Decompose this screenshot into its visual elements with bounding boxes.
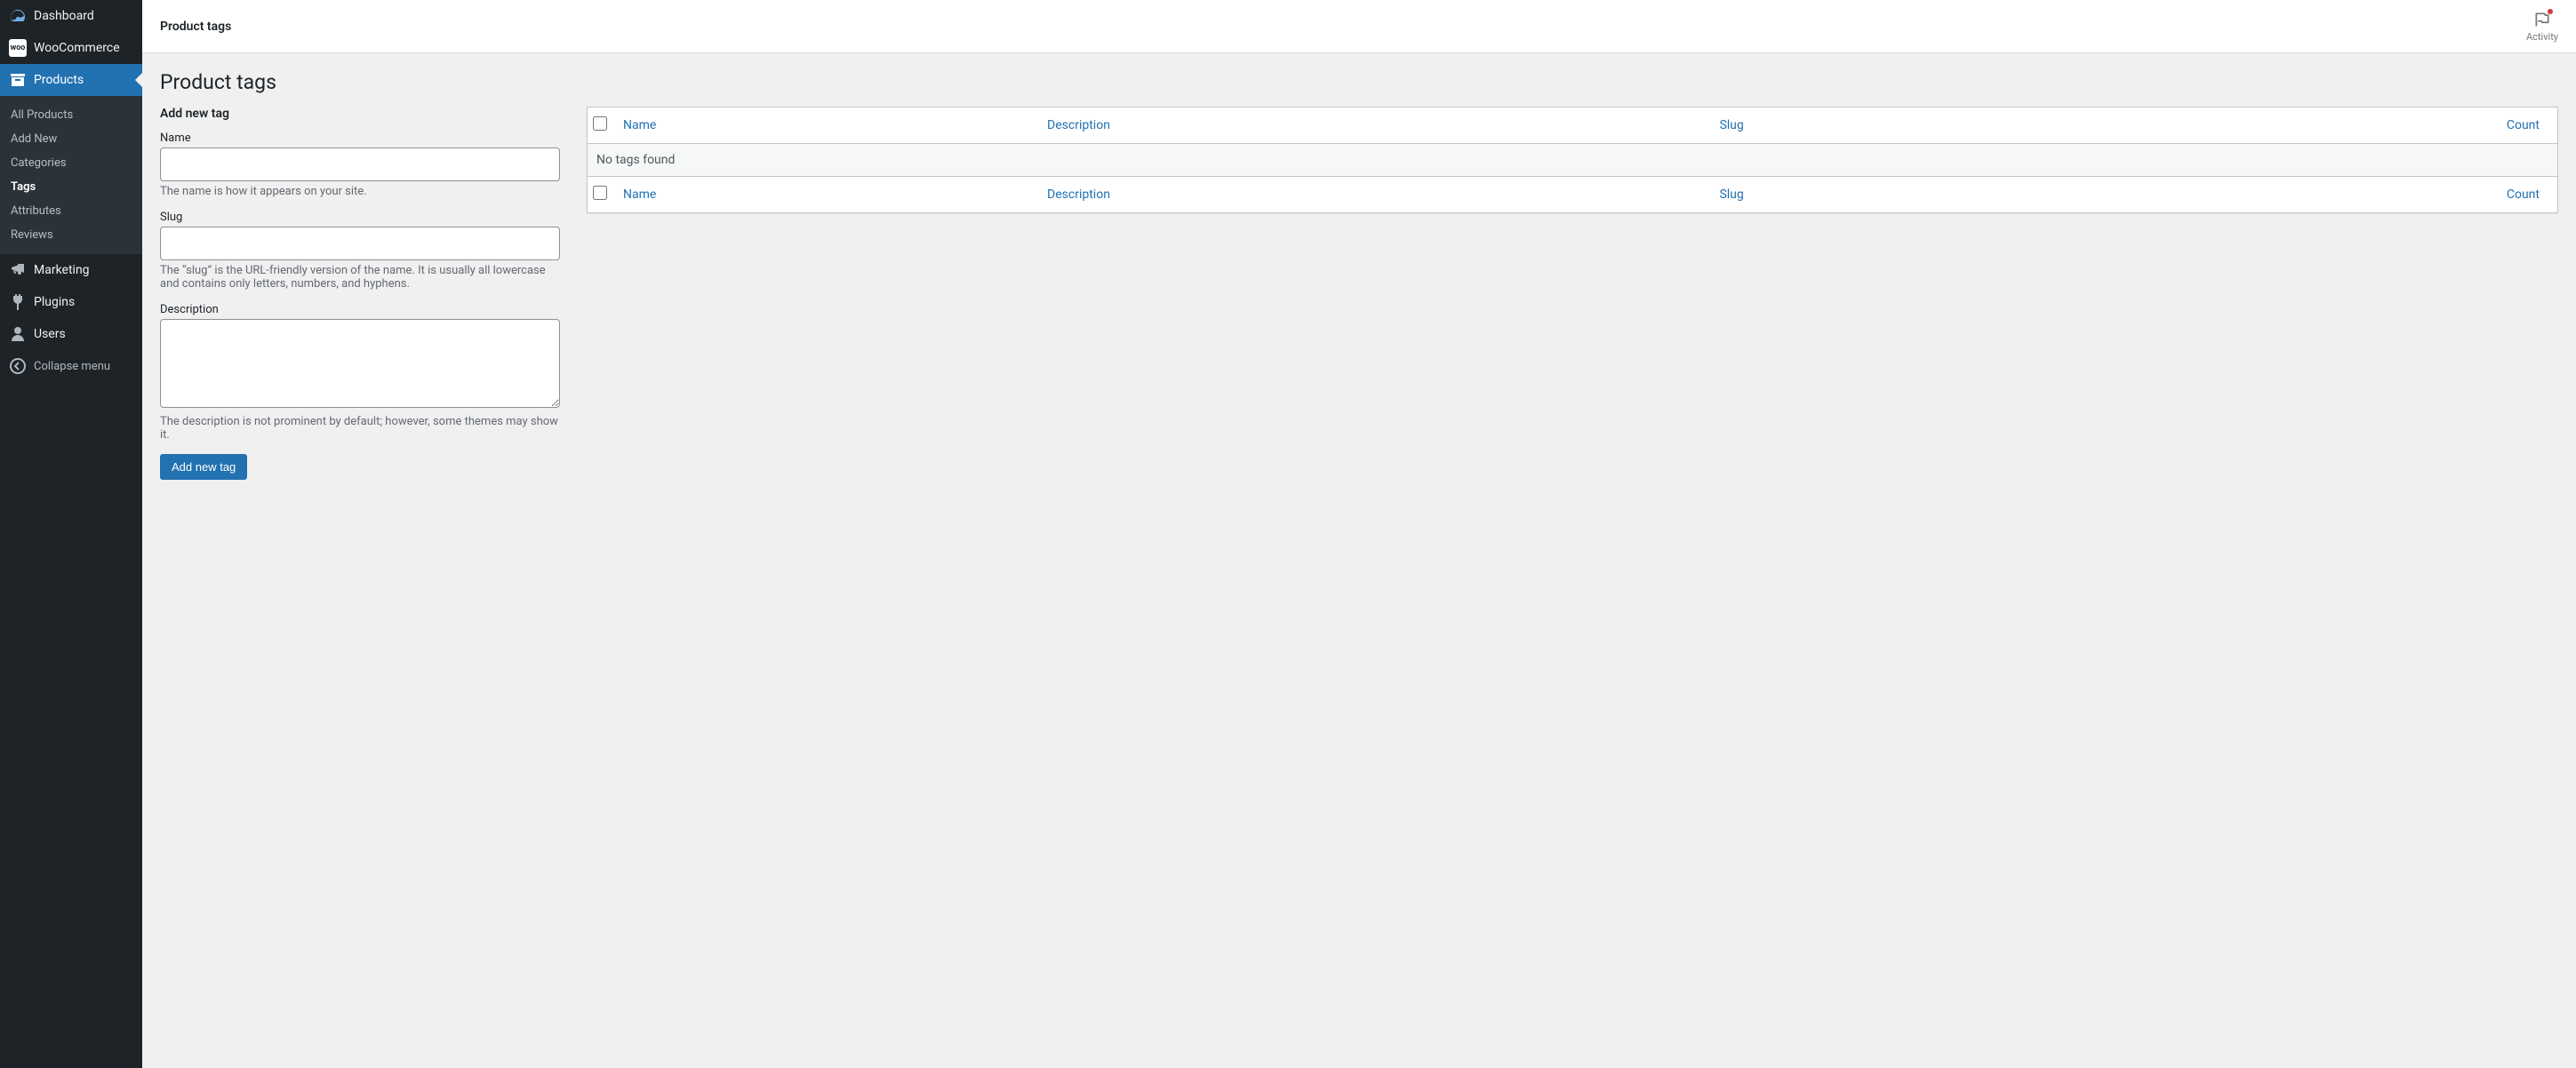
slug-field: Slug The “slug” is the URL-friendly vers… (160, 211, 560, 291)
select-all-footer (588, 177, 614, 212)
add-tag-button[interactable]: Add new tag (160, 454, 247, 480)
submenu-add-new[interactable]: Add New (0, 127, 142, 151)
sidebar-label: Products (34, 73, 84, 87)
sidebar-item-products[interactable]: Products (0, 64, 142, 96)
megaphone-icon (9, 261, 27, 279)
plugin-icon (9, 293, 27, 311)
column-name-footer[interactable]: Name (614, 177, 1038, 212)
page-title: Product tags (160, 62, 2558, 98)
name-help: The name is how it appears on your site. (160, 185, 560, 198)
two-column-layout: Add new tag Name The name is how it appe… (160, 107, 2558, 480)
activity-label: Activity (2526, 31, 2558, 43)
woocommerce-icon: woo (9, 39, 27, 57)
flag-icon (2533, 11, 2551, 31)
main-content: Product tags Activity Product tags Add n… (142, 0, 2576, 1068)
submenu-tags[interactable]: Tags (0, 175, 142, 199)
sidebar-item-marketing[interactable]: Marketing (0, 254, 142, 286)
slug-help: The “slug” is the URL-friendly version o… (160, 264, 560, 291)
sidebar-item-users[interactable]: Users (0, 318, 142, 350)
topbar: Product tags Activity (142, 0, 2576, 53)
sidebar-item-plugins[interactable]: Plugins (0, 286, 142, 318)
sidebar-label: Marketing (34, 263, 90, 277)
notification-dot (2548, 9, 2553, 14)
products-submenu: All Products Add New Categories Tags Att… (0, 96, 142, 254)
tags-table: Name Description Slug Count No tags foun… (587, 107, 2558, 213)
select-all-header (588, 108, 614, 143)
submenu-reviews[interactable]: Reviews (0, 223, 142, 247)
sidebar-label: Users (34, 327, 66, 341)
slug-input[interactable] (160, 227, 560, 260)
column-count-header[interactable]: Count (2060, 108, 2557, 143)
user-icon (9, 325, 27, 343)
name-field: Name The name is how it appears on your … (160, 132, 560, 198)
collapse-label: Collapse menu (34, 360, 110, 373)
submenu-categories[interactable]: Categories (0, 151, 142, 175)
form-column: Add new tag Name The name is how it appe… (160, 107, 560, 480)
select-all-checkbox-top[interactable] (593, 116, 607, 131)
page-content: Product tags Add new tag Name The name i… (142, 53, 2576, 498)
table-column: Name Description Slug Count No tags foun… (587, 107, 2558, 480)
column-slug-footer[interactable]: Slug (1710, 177, 2060, 212)
sidebar-label: Dashboard (34, 9, 94, 23)
name-input[interactable] (160, 147, 560, 181)
topbar-title: Product tags (160, 20, 231, 34)
column-slug-header[interactable]: Slug (1710, 108, 2060, 143)
collapse-menu[interactable]: Collapse menu (0, 350, 142, 382)
dashboard-icon (9, 7, 27, 25)
sidebar-item-dashboard[interactable]: Dashboard (0, 0, 142, 32)
column-name-header[interactable]: Name (614, 108, 1038, 143)
description-textarea[interactable] (160, 319, 560, 408)
submenu-attributes[interactable]: Attributes (0, 199, 142, 223)
description-label: Description (160, 303, 560, 316)
activity-button[interactable]: Activity (2526, 11, 2558, 43)
form-section-title: Add new tag (160, 107, 560, 121)
submenu-all-products[interactable]: All Products (0, 103, 142, 127)
column-description-footer[interactable]: Description (1038, 177, 1710, 212)
description-help: The description is not prominent by defa… (160, 415, 560, 442)
sidebar-label: WooCommerce (34, 41, 120, 55)
select-all-checkbox-bottom[interactable] (593, 186, 607, 200)
admin-sidebar: Dashboard woo WooCommerce Products All P… (0, 0, 142, 1068)
sidebar-item-woocommerce[interactable]: woo WooCommerce (0, 32, 142, 64)
empty-row: No tags found (588, 143, 2557, 177)
column-description-header[interactable]: Description (1038, 108, 1710, 143)
slug-label: Slug (160, 211, 560, 224)
collapse-icon (9, 357, 27, 375)
name-label: Name (160, 132, 560, 145)
archive-icon (9, 71, 27, 89)
sidebar-label: Plugins (34, 295, 75, 309)
column-count-footer[interactable]: Count (2060, 177, 2557, 212)
description-field: Description The description is not promi… (160, 303, 560, 442)
